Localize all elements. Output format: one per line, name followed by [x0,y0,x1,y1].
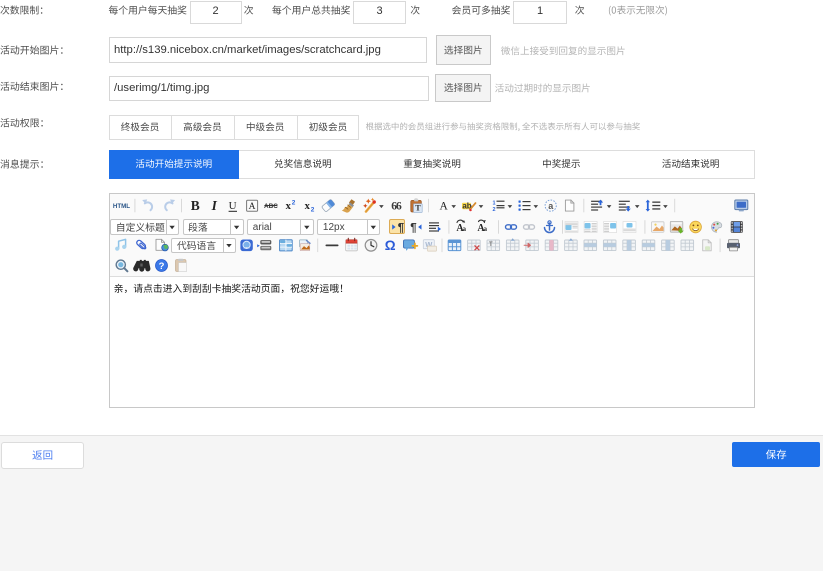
svg-text:2: 2 [492,207,495,213]
svg-text:ABC: ABC [264,203,278,210]
svg-text:A: A [249,202,256,212]
svg-text:Ω: Ω [385,238,396,253]
svg-text:x: x [305,201,311,212]
svg-text:1: 1 [492,201,495,207]
svg-text:x: x [286,201,292,212]
svg-text:a: a [548,201,554,211]
svg-text:A: A [440,200,449,212]
svg-text:T: T [415,203,421,213]
svg-text:66: 66 [391,200,402,212]
svg-text:a: a [463,225,467,233]
svg-text:?: ? [159,261,165,272]
svg-text:U: U [229,200,237,212]
svg-text:2: 2 [311,207,315,214]
svg-text:HTML: HTML [113,203,130,210]
svg-text:B: B [191,198,200,213]
svg-text:a: a [484,225,488,233]
svg-text:2: 2 [292,199,296,206]
svg-text:¶: ¶ [398,222,405,234]
svg-text:T: T [489,242,493,248]
svg-text:I: I [211,198,218,213]
svg-text:¶: ¶ [410,222,417,234]
